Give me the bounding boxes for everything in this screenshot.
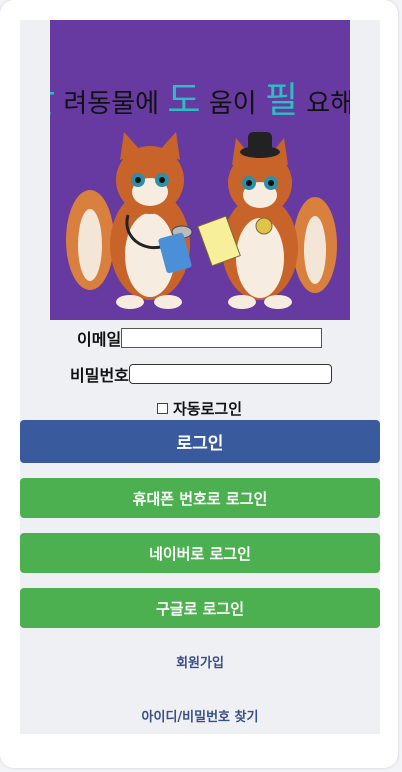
cat-butler-illustration <box>197 132 337 309</box>
hero-title-seg: 움이 <box>209 89 265 119</box>
email-label: 이메일 <box>77 330 122 349</box>
find-account-link[interactable]: 아이디/비밀번호 찾기 <box>20 706 380 725</box>
phone-login-button[interactable]: 휴대폰 번호로 로그인 <box>20 478 380 518</box>
cat-doctor-illustration <box>66 132 193 309</box>
auto-login-checkbox[interactable] <box>157 403 168 414</box>
email-field[interactable] <box>121 328 323 348</box>
hero-title-seg: 려동물에 <box>63 89 167 119</box>
auto-login-label[interactable]: 자동로그인 <box>173 398 242 419</box>
login-card: 반 려동물에 도 움이 필 요해요 <box>0 0 398 768</box>
hero-banner: 반 려동물에 도 움이 필 요해요 <box>50 20 350 320</box>
auto-login-row[interactable]: 자동로그인 <box>157 398 242 419</box>
password-label: 비밀번호 <box>70 366 129 385</box>
hero-illustration: 반 려동물에 도 움이 필 요해요 <box>50 80 350 309</box>
password-row: 비밀번호 <box>70 362 332 386</box>
signup-link[interactable]: 회원가입 <box>20 652 380 671</box>
google-login-button[interactable]: 구글로 로그인 <box>20 588 380 628</box>
hero-title-seg: 도 <box>167 80 200 121</box>
email-row: 이메일 <box>77 326 323 350</box>
hero-title: 반 려동물에 도 움이 필 요해요 <box>50 80 350 121</box>
hero-title-seg: 요해요 <box>306 89 350 119</box>
login-button[interactable]: 로그인 <box>20 420 380 463</box>
hero-title-seg: 필 <box>265 80 298 121</box>
naver-login-button[interactable]: 네이버로 로그인 <box>20 533 380 573</box>
password-field[interactable] <box>128 364 332 384</box>
hero-title-seg: 반 <box>50 80 55 121</box>
login-panel: 반 려동물에 도 움이 필 요해요 <box>20 20 380 734</box>
